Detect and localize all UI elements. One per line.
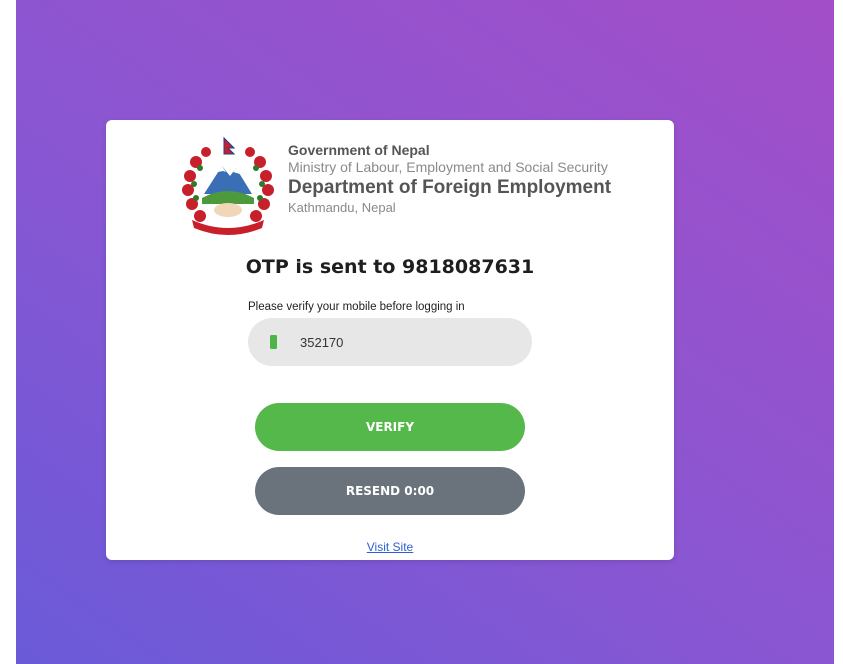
department-title: Department of Foreign Employment	[288, 177, 612, 198]
mobile-phone-icon	[270, 335, 277, 349]
otp-field[interactable]	[248, 318, 532, 366]
location-text: Kathmandu, Nepal	[288, 200, 396, 215]
verify-instruction: Please verify your mobile before logging…	[248, 301, 465, 313]
ministry-title: Ministry of Labour, Employment and Socia…	[288, 159, 608, 175]
otp-card: Government of Nepal Ministry of Labour, …	[106, 120, 674, 560]
resend-button[interactable]: RESEND 0:00	[255, 467, 525, 515]
otp-input[interactable]	[300, 318, 510, 366]
header-text-block: Government of Nepal Ministry of Labour, …	[288, 142, 611, 216]
visit-site-link[interactable]: Visit Site	[106, 540, 674, 554]
nepal-emblem-icon	[182, 136, 274, 235]
verify-button[interactable]: VERIFY	[255, 403, 525, 451]
otp-title: OTP is sent to 9818087631	[245, 256, 535, 278]
government-title: Government of Nepal	[288, 142, 430, 158]
